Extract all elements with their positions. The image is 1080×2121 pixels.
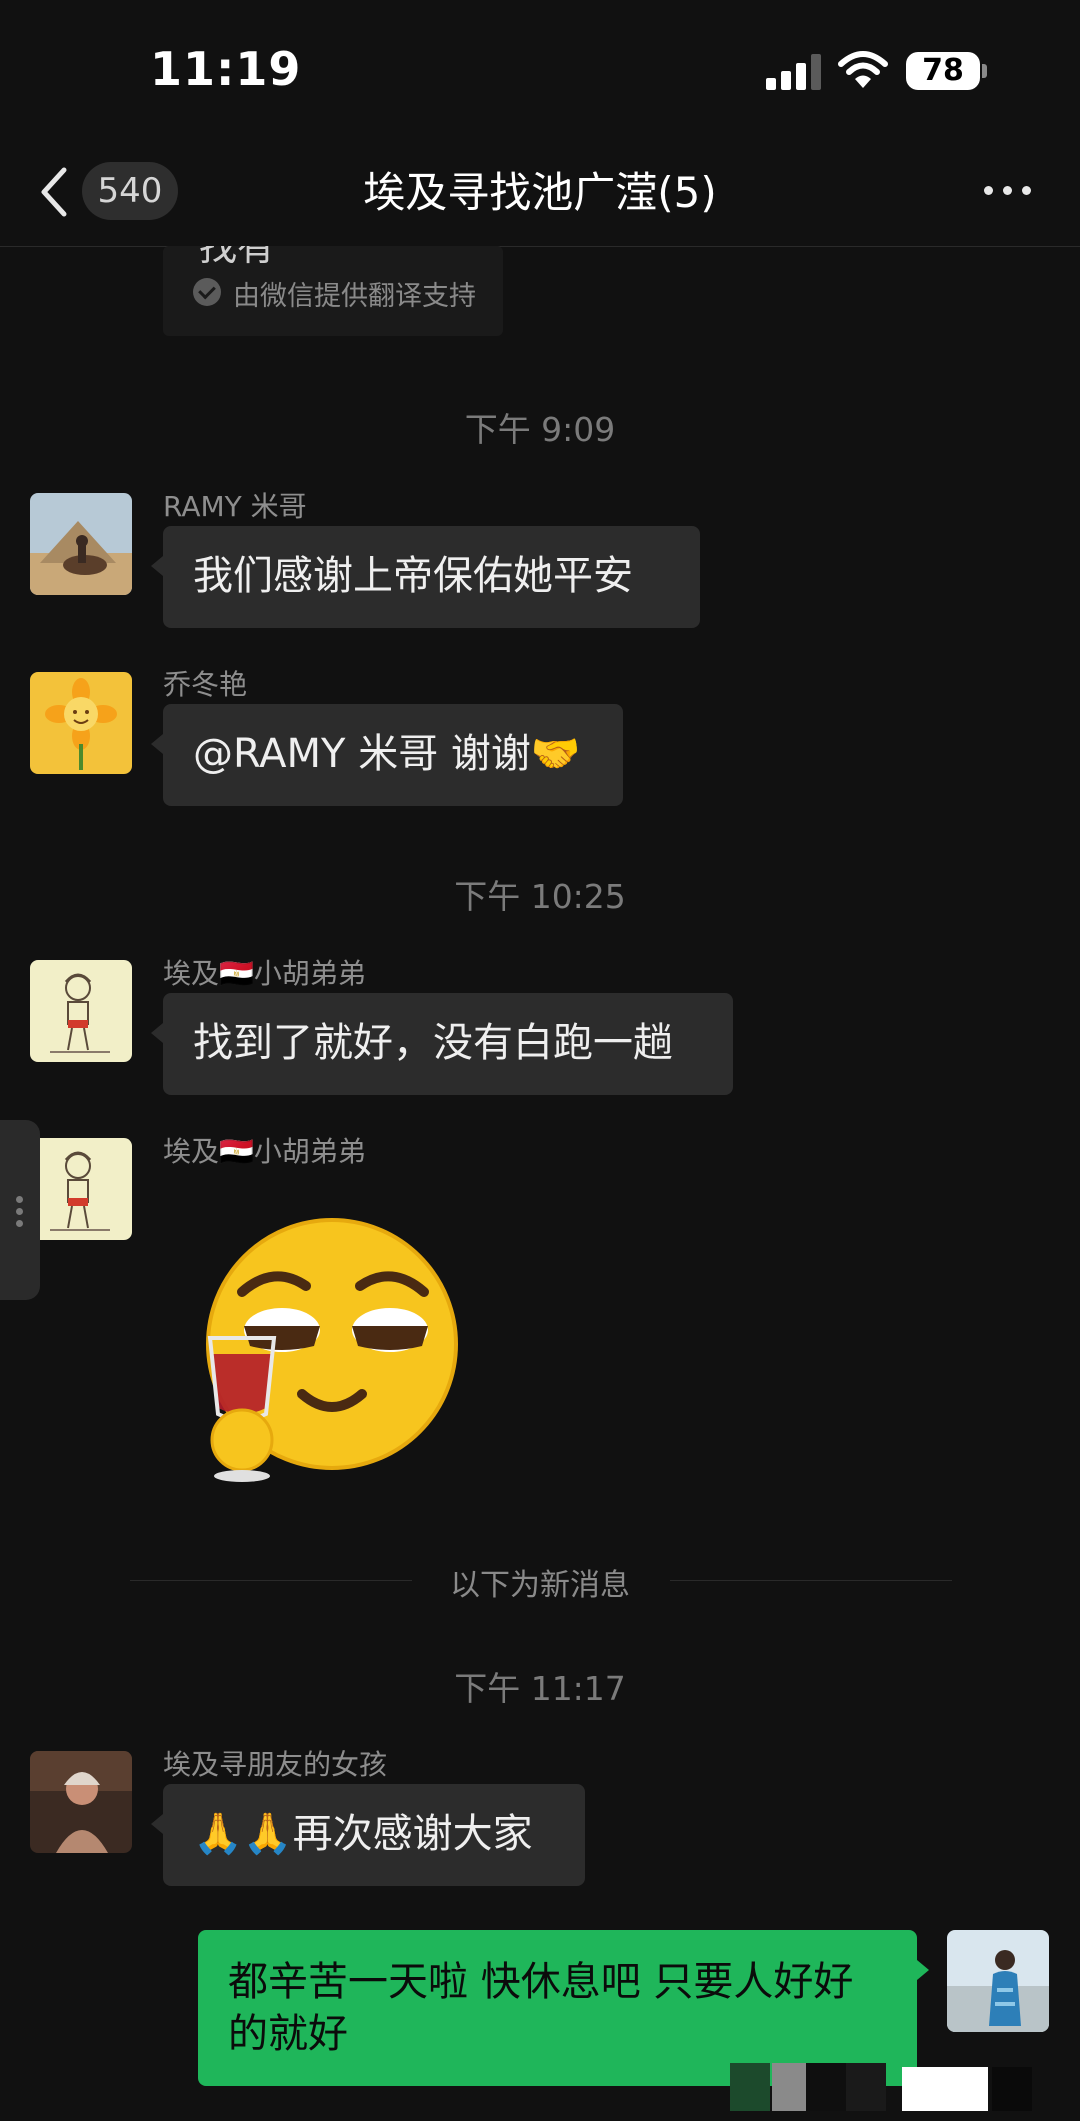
- sender-name: 乔冬艳: [163, 668, 248, 701]
- beach-portrait-icon: [947, 1930, 1049, 2032]
- chat-header: 540 埃及寻找池广滢(5): [0, 140, 1080, 247]
- message-bubble[interactable]: 找到了就好，没有白跑一趟: [151, 993, 733, 1095]
- message-bubble[interactable]: @RAMY 米哥 谢谢🤝: [151, 704, 623, 806]
- avatar[interactable]: [30, 1751, 132, 1853]
- unread-count-badge[interactable]: 540: [82, 162, 178, 220]
- status-time: 11:19: [150, 42, 302, 96]
- translation-note: 由微信提供翻译支持: [233, 281, 476, 312]
- cheers-emoji-sticker[interactable]: [192, 1214, 470, 1484]
- avatar[interactable]: [30, 1138, 132, 1240]
- timestamp: 下午 10:25: [454, 877, 626, 916]
- battery-level: 78: [906, 52, 980, 90]
- side-drawer-handle[interactable]: [0, 1120, 40, 1300]
- sender-name: RAMY 米哥: [163, 490, 307, 523]
- timestamp: 下午 9:09: [464, 410, 616, 449]
- sender-name: 埃及寻朋友的女孩: [163, 1748, 388, 1781]
- cartoon-boy-icon: [30, 960, 132, 1062]
- wifi-icon: [838, 51, 888, 88]
- bottom-preview-strip: [730, 2063, 1032, 2111]
- avatar[interactable]: [30, 672, 132, 774]
- sunflower-icon: [30, 672, 132, 774]
- portrait-photo-icon: [30, 1751, 132, 1853]
- cellular-signal-icon: [766, 54, 821, 90]
- battery-icon: 78: [906, 52, 988, 90]
- chat-title: 埃及寻找池广滢(5): [363, 168, 717, 217]
- back-chevron-icon[interactable]: [36, 166, 72, 218]
- translation-text: 找有: [199, 246, 276, 269]
- message-bubble[interactable]: 我们感谢上帝保佑她平安: [151, 526, 700, 628]
- avatar[interactable]: [30, 960, 132, 1062]
- timestamp: 下午 11:17: [454, 1669, 626, 1708]
- pyramid-camel-photo-icon: [30, 493, 132, 595]
- message-bubble[interactable]: 🙏🙏再次感谢大家: [151, 1784, 585, 1886]
- status-bar: 11:19 78: [0, 0, 1080, 140]
- new-messages-divider: 以下为新消息: [450, 1568, 630, 1603]
- my-avatar[interactable]: [947, 1930, 1049, 2032]
- cartoon-boy-icon: [30, 1138, 132, 1240]
- sender-name: 埃及🇪🇬小胡弟弟: [163, 957, 366, 990]
- sender-name: 埃及🇪🇬小胡弟弟: [163, 1135, 366, 1168]
- avatar[interactable]: [30, 493, 132, 595]
- check-circle-icon: [193, 278, 221, 306]
- translation-card: 找有 由微信提供翻译支持: [163, 246, 503, 336]
- more-options-icon[interactable]: [982, 170, 1034, 210]
